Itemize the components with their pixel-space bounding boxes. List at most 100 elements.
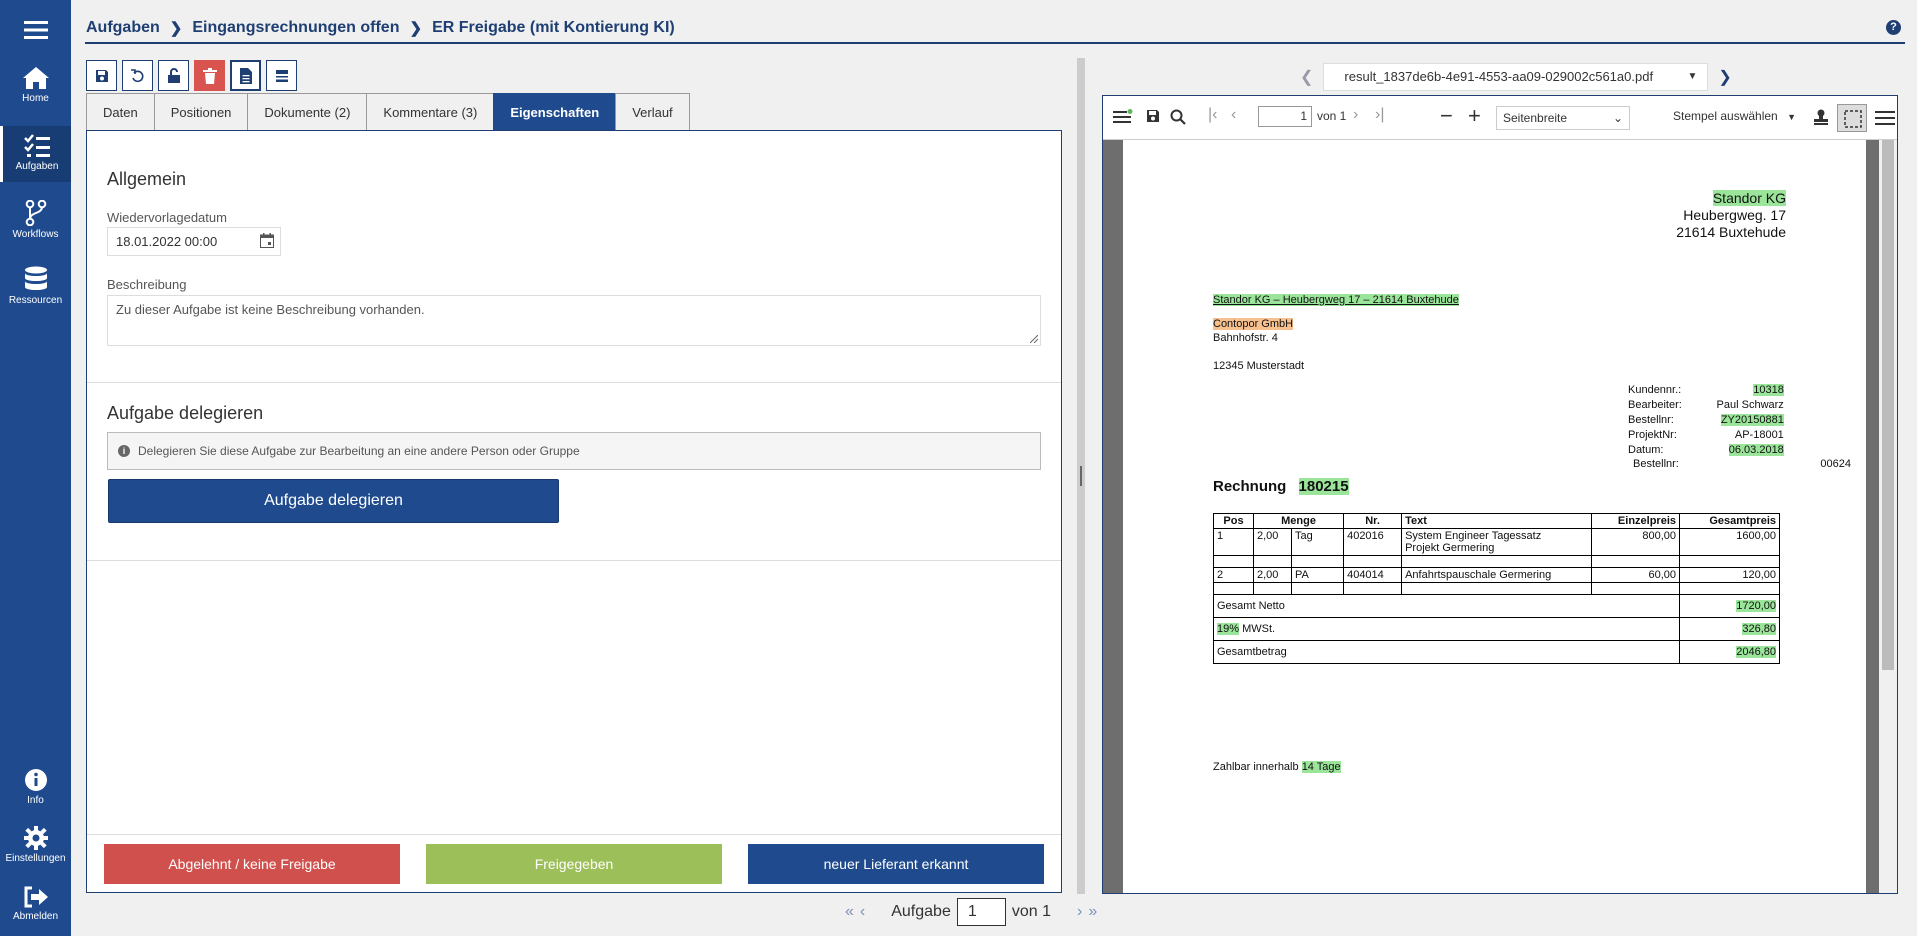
next-page-icon[interactable]: › [1077,903,1082,921]
sidebar-item-workflows[interactable]: Workflows [0,200,71,240]
section-divider [87,382,1061,383]
task-pager: « ‹ Aufgabe 1 von 1 › » [845,898,1097,926]
sender-name: Standor KG [1712,190,1786,206]
meta-row: Bestellnr: ZY20150881 [1628,413,1784,428]
pdf-file-selector: ❮ result_1837de6b-4e91-4553-aa09-029002c… [1300,63,1732,91]
approve-button[interactable]: Freigegeben [426,844,722,884]
row-qty: 2,00 [1253,528,1292,556]
new-supplier-button[interactable]: neuer Lieferant erkannt [748,844,1044,884]
meta-row: Datum: 06.03.2018 [1628,443,1784,458]
first-page-icon[interactable]: « [845,903,854,921]
description-label: Beschreibung [107,277,187,292]
next-document-icon[interactable]: ❯ [1718,67,1731,87]
sidebar-item-label: Info [27,795,44,806]
zoom-in-icon[interactable]: + [1468,103,1481,129]
sidebar-item-info[interactable]: Info [0,768,71,806]
splitter-handle[interactable] [1080,466,1082,486]
help-icon[interactable]: ? [1886,20,1901,35]
info-icon [24,769,47,791]
document-button[interactable] [230,60,261,91]
zoom-select[interactable]: Seitenbreite ⌄ [1496,106,1630,130]
layout-button[interactable] [266,60,297,91]
tab-daten[interactable]: Daten [86,93,154,131]
order-label: Bestellnr: [1633,458,1679,470]
tab-eigenschaften[interactable]: Eigenschaften [493,93,616,131]
header-divider [85,42,1905,44]
pager-input[interactable]: 1 [956,898,1006,926]
description-field[interactable]: Zu dieser Aufgabe ist keine Beschreibung… [107,295,1041,346]
vat-percent: 19% [1217,623,1240,635]
last-page-icon[interactable]: » [1088,903,1097,921]
next-page-icon[interactable]: › [1353,106,1358,124]
delegate-button[interactable]: Aufgabe delegieren [108,479,559,523]
net-label: Gesamt Netto [1213,594,1680,618]
row-pos: 2 [1213,567,1254,583]
first-page-icon[interactable]: |‹ [1208,106,1217,124]
previous-document-icon[interactable]: ❮ [1300,67,1313,87]
pdf-toolbar: |‹ ‹ 1 von 1 › ›| − + Seitenbreite ⌄ Ste… [1103,96,1897,140]
previous-page-icon[interactable]: ‹ [1231,106,1236,124]
logout-icon [24,886,48,908]
pdf-page-input[interactable]: 1 [1258,106,1312,127]
sidebar-item-einstellungen[interactable]: Einstellungen [0,826,71,864]
pdf-scroll-thumb[interactable] [1882,140,1894,670]
database-icon [24,266,47,290]
previous-page-icon[interactable]: ‹ [860,903,865,921]
pdf-file-select[interactable]: result_1837de6b-4e91-4553-aa09-029002c56… [1323,63,1709,91]
delete-button[interactable] [194,60,225,91]
row-unit-price: 60,00 [1591,567,1680,583]
save-icon[interactable] [1146,109,1160,123]
meta-value: Paul Schwarz [1716,399,1784,411]
pdf-filename: result_1837de6b-4e91-4553-aa09-029002c56… [1344,69,1654,84]
tab-positionen[interactable]: Positionen [153,93,248,131]
select-area-button[interactable] [1837,104,1867,132]
row-unit-price: 800,00 [1591,528,1680,556]
tab-verlauf[interactable]: Verlauf [615,93,690,131]
last-page-icon[interactable]: ›| [1375,106,1384,124]
sidebar-item-aufgaben[interactable]: Aufgaben [0,126,71,182]
menu-icon[interactable] [1875,110,1895,126]
pdf-scrollbar[interactable] [1879,140,1897,893]
breadcrumb-item-aufgaben[interactable]: Aufgaben [86,19,160,37]
tab-dokumente[interactable]: Dokumente (2) [247,93,367,131]
meta-value: 06.03.2018 [1728,444,1784,456]
pdf-viewer: |‹ ‹ 1 von 1 › ›| − + Seitenbreite ⌄ Ste… [1102,95,1898,894]
zoom-out-icon[interactable]: − [1440,103,1453,129]
toolbar [86,60,297,91]
stamp-select[interactable]: Stempel auswählen ▼ [1673,109,1796,123]
net-value: 1720,00 [1736,600,1776,612]
resize-grip-icon[interactable] [1030,335,1038,343]
calendar-icon[interactable] [260,233,274,248]
table-header: Pos [1213,513,1254,529]
save-button[interactable] [86,60,117,91]
footer-divider [87,834,1061,835]
sidebar-item-label: Aufgaben [15,161,59,172]
breadcrumb-item-eingangsrechnungen[interactable]: Eingangsrechnungen offen [192,19,399,37]
tab-kommentare[interactable]: Kommentare (3) [366,93,494,131]
recipient-name: Contopor GmbH [1213,318,1294,330]
sidebar-item-label: Workflows [12,229,59,240]
gross-total-row: Gesamtbetrag 2046,80 [1213,640,1780,664]
meta-label: Kundennr.: [1628,384,1682,396]
reject-button[interactable]: Abgelehnt / keine Freigabe [104,844,400,884]
stamp-value: Stempel auswählen [1673,109,1778,123]
home-icon [22,67,49,89]
sidebar-item-abmelden[interactable]: Abmelden [0,886,71,922]
net-total-row: Gesamt Netto 1720,00 [1213,594,1780,618]
search-icon[interactable] [1170,109,1186,125]
breadcrumb-item-current: ER Freigabe (mit Kontierung KI) [432,19,675,36]
sidebar-item-home[interactable]: Home [0,66,71,104]
undo-button[interactable] [122,60,153,91]
info-icon: i [118,445,130,457]
date-field[interactable]: 18.01.2022 00:00 [107,227,281,256]
unlock-button[interactable] [158,60,189,91]
meta-value: AP-18001 [1734,429,1784,441]
outline-icon[interactable] [1113,109,1133,125]
menu-icon[interactable] [0,20,71,40]
pane-splitter[interactable] [1077,58,1085,894]
sidebar-item-ressourcen[interactable]: Ressourcen [0,266,71,306]
payment-label: Zahlbar innerhalb [1213,761,1299,773]
meta-value: 10318 [1753,384,1784,396]
stamp-icon[interactable] [1813,109,1829,125]
table-header: Einzelpreis [1591,513,1680,529]
